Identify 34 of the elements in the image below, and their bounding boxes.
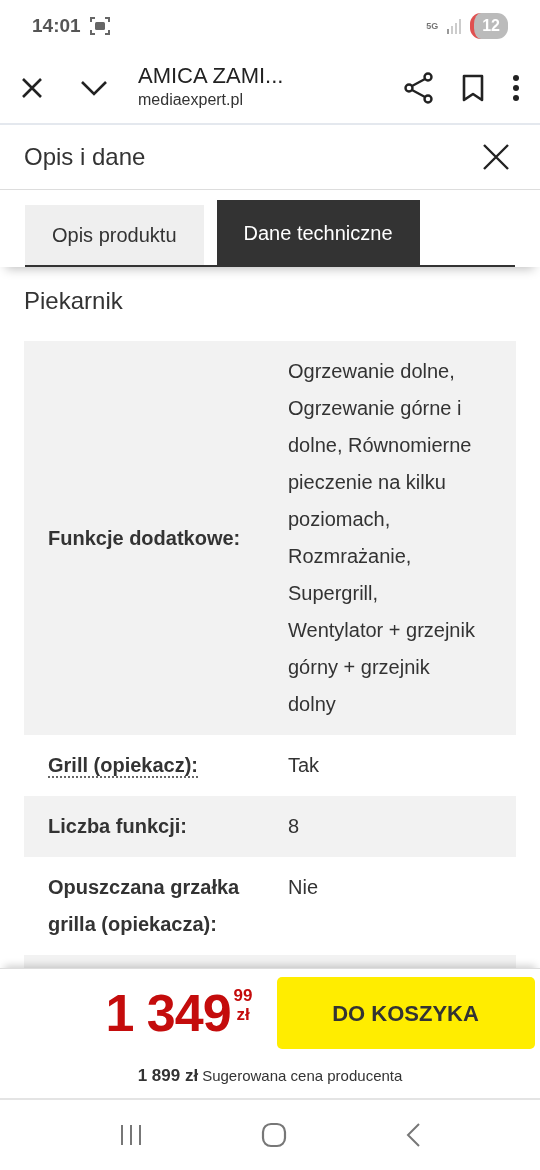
price: 1 349 xyxy=(105,987,231,1039)
sheet-title: Opis i dane xyxy=(24,142,146,172)
page-title: AMICA ZAMI... xyxy=(138,62,285,89)
spec-value: Nie xyxy=(288,875,319,900)
spec-value: 8 xyxy=(288,814,301,839)
home-icon[interactable] xyxy=(261,1122,287,1148)
tab[interactable]: Opis produktu xyxy=(25,205,204,265)
old-price-label: Sugerowana cena producenta xyxy=(202,1066,403,1086)
bookmark-icon xyxy=(462,73,484,102)
spec-value: Tak xyxy=(288,753,321,778)
close-icon xyxy=(20,75,44,100)
chevron-down-icon xyxy=(80,78,108,97)
add-to-cart-button[interactable]: DO KOSZYKA xyxy=(276,977,535,1049)
old-price: 1 899 zł xyxy=(137,1065,199,1087)
tab[interactable]: Dane techniczne xyxy=(216,200,420,265)
spec-value: Ogrzewanie dolne, Ogrzewanie górne i dolne, Równomierne pieczenie na kilku poziomach, Rozmrażanie, Supergrill, Wentylator + grzejnik górny + grzejnik dolny xyxy=(288,359,476,717)
spec-label: Liczba funkcji: xyxy=(48,815,187,837)
spec-label: Funkcje dodatkowe: xyxy=(48,526,241,549)
back-icon[interactable] xyxy=(405,1122,421,1148)
recents-icon[interactable] xyxy=(119,1123,143,1147)
more-icon xyxy=(512,73,520,102)
share-icon xyxy=(404,71,434,104)
price-cents: 99 xyxy=(233,987,253,1006)
section-title: Piekarnik xyxy=(24,286,124,316)
screenshot-icon xyxy=(88,16,111,36)
page-url: mediaexpert.pl xyxy=(138,90,244,111)
currency-label: zł xyxy=(236,1005,250,1025)
close-icon xyxy=(482,143,510,171)
clock: 14:01 xyxy=(32,13,81,38)
network-label: 5G xyxy=(426,21,439,31)
signal-icon xyxy=(446,18,463,34)
spec-label[interactable]: Grill (opiekacz): xyxy=(48,754,199,778)
notification-badge: 12 xyxy=(470,13,508,39)
spec-label: Opuszczana grzałka grilla (opiekacza): xyxy=(48,876,240,935)
